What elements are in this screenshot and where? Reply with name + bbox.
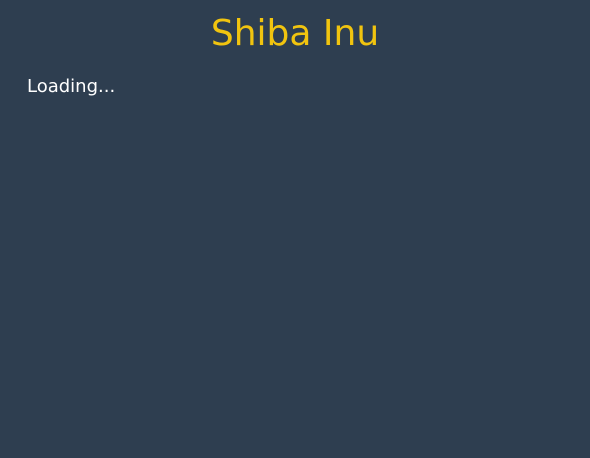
page-title: Shiba Inu <box>210 13 380 54</box>
loading-status-text: Loading... <box>27 76 116 97</box>
